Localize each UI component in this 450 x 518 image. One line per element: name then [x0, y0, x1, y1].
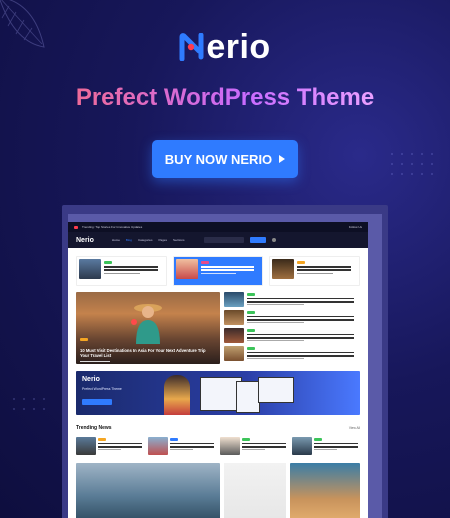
buy-now-button[interactable]: BUY NOW NERIO [152, 140, 298, 178]
preview-trending-card [220, 437, 288, 457]
preview-nav-pages: Pages [158, 238, 167, 242]
preview-trending-section: Trending News View All [68, 415, 368, 457]
preview-hero-title: 10 Must Visit Destinations In Asia For Y… [80, 348, 206, 358]
preview-trending-card [292, 437, 360, 457]
preview-search-box [204, 237, 245, 243]
preview-nav-blog: Blog [125, 238, 132, 242]
preview-trending-card [148, 437, 216, 457]
preview-nav-categories: Categories [137, 238, 153, 242]
preview-jet-image [76, 463, 220, 518]
preview-topbar-left: Trending: Top Stories For Innovative Upd… [82, 225, 143, 229]
preview-promo-banner: Nerio Prefect WordPress Theme [76, 371, 360, 415]
preview-view-all: View All [348, 426, 360, 430]
preview-banner-button [82, 399, 112, 405]
dot-grid-decoration [391, 153, 433, 175]
preview-navbar: Nerio Home Blog Categories Pages Section… [68, 232, 368, 248]
preview-mini-card [269, 256, 361, 286]
traveler-figure [131, 304, 162, 344]
preview-trending-card [76, 437, 144, 457]
preview-hero-meta [80, 360, 110, 362]
preview-topbar: Trending: Top Stories For Innovative Upd… [68, 222, 368, 232]
preview-bottom-row [68, 457, 368, 518]
preview-side-list [224, 292, 360, 364]
preview-banner-screen [236, 381, 260, 413]
preview-brand: Nerio [76, 236, 94, 244]
trending-dot-icon [74, 225, 78, 229]
logo-text: erio [206, 28, 271, 66]
preview-nav-sections: Sections [172, 238, 185, 242]
preview-side-item [224, 310, 360, 325]
buy-now-label: BUY NOW NERIO [164, 151, 273, 167]
preview-blank-panel [224, 463, 286, 518]
preview-trending-title: Trending News [76, 425, 112, 431]
preview-side-item [224, 292, 360, 307]
preview-hero-tag [80, 338, 88, 341]
preview-thumb [272, 259, 295, 279]
theme-preview-screenshot: Trending: Top Stories For Innovative Upd… [68, 222, 368, 518]
preview-banner-brand: Nerio [82, 376, 100, 383]
preview-portrait-image [290, 463, 360, 518]
dot-grid-decoration-left [13, 398, 45, 410]
preview-banner-person [164, 375, 190, 415]
preview-thumb [79, 259, 101, 279]
preview-settings-icon [272, 238, 277, 242]
preview-banner-subtitle: Prefect WordPress Theme [82, 387, 122, 391]
preview-mini-card-active [172, 256, 264, 286]
preview-login-button [250, 237, 267, 243]
preview-featured-row [68, 248, 368, 292]
preview-banner-screen [258, 377, 294, 403]
preview-main-row: 10 Must Visit Destinations In Asia For Y… [68, 292, 368, 364]
preview-thumb [175, 259, 198, 279]
preview-side-item [224, 328, 360, 343]
preview-hero-image: 10 Must Visit Destinations In Asia For Y… [76, 292, 220, 364]
nerio-logo: erio [0, 28, 450, 67]
preview-side-item [224, 346, 360, 361]
preview-nav-home: Home [111, 238, 120, 242]
preview-topbar-right: Follow Us [348, 225, 362, 229]
nerio-n-mark-icon [179, 33, 204, 61]
play-triangle-icon [279, 155, 286, 163]
preview-mini-card [76, 256, 167, 286]
promo-banner: erio Prefect WordPress Theme BUY NOW NER… [0, 0, 450, 518]
headline: Prefect WordPress Theme [0, 84, 450, 112]
